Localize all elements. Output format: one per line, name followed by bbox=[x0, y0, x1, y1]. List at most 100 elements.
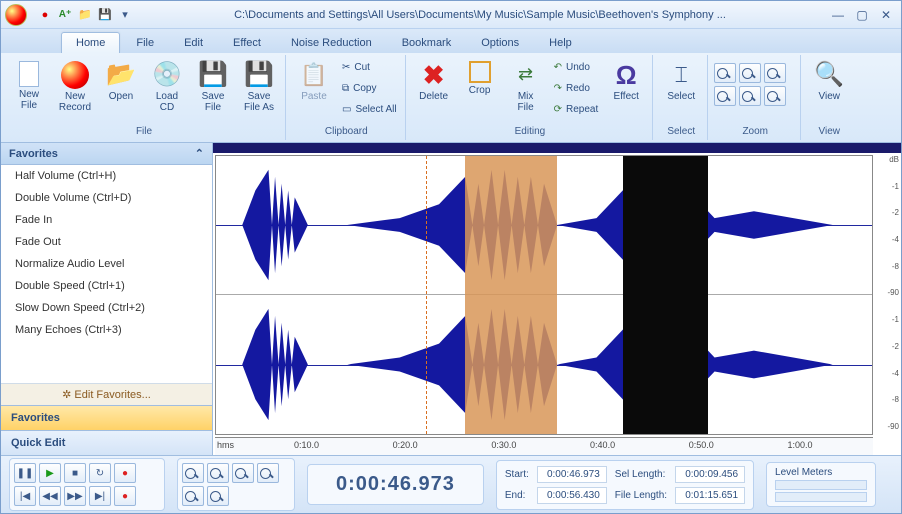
tab-home[interactable]: Home bbox=[61, 32, 120, 53]
favorite-item[interactable]: Many Echoes (Ctrl+3) bbox=[1, 319, 212, 341]
selection-region[interactable] bbox=[465, 156, 557, 434]
marked-region[interactable] bbox=[623, 156, 708, 434]
ribbon-group-clipboard: 📋Paste ✂Cut ⧉Copy ▭Select All Clipboard bbox=[288, 55, 406, 140]
zoom-in-v-icon[interactable] bbox=[714, 86, 736, 106]
ribbon-group-select: ⌶Select Select bbox=[655, 55, 708, 140]
end-value: 0:00:56.430 bbox=[537, 487, 607, 504]
overview-strip[interactable] bbox=[213, 143, 901, 153]
repeat-button[interactable]: ⟳Repeat bbox=[550, 99, 603, 119]
mix-file-button[interactable]: ⇄Mix File bbox=[504, 57, 548, 123]
quick-access-toolbar: ● A⁺ 📁 💾 ▾ bbox=[37, 7, 133, 23]
page-icon bbox=[19, 61, 39, 87]
cut-button[interactable]: ✂Cut bbox=[338, 57, 401, 77]
paste-button[interactable]: 📋Paste bbox=[292, 57, 336, 123]
favorite-item[interactable]: Normalize Audio Level bbox=[1, 253, 212, 275]
tab-effect[interactable]: Effect bbox=[219, 33, 275, 53]
rewind-button[interactable]: ◀◀ bbox=[39, 486, 61, 506]
favorite-item[interactable]: Double Speed (Ctrl+1) bbox=[1, 275, 212, 297]
favorite-item[interactable]: Slow Down Speed (Ctrl+2) bbox=[1, 297, 212, 319]
favorites-list: Half Volume (Ctrl+H) Double Volume (Ctrl… bbox=[1, 165, 212, 383]
db-tick: -8 bbox=[875, 395, 899, 404]
loop-button[interactable]: ↻ bbox=[89, 463, 111, 483]
playback-cursor[interactable] bbox=[426, 156, 427, 434]
save-file-as-button[interactable]: 💾Save File As bbox=[237, 57, 281, 123]
zoom-v-out-button[interactable] bbox=[182, 486, 204, 506]
new-record-button[interactable]: New Record bbox=[53, 57, 97, 123]
window-buttons: — ▢ ✕ bbox=[827, 6, 897, 24]
new-file-button[interactable]: New File bbox=[7, 57, 51, 123]
end-label: End: bbox=[505, 490, 529, 501]
zoom-full-icon[interactable] bbox=[764, 86, 786, 106]
stop-button[interactable]: ■ bbox=[64, 463, 86, 483]
undo-button[interactable]: ↶Undo bbox=[550, 57, 603, 77]
select-button[interactable]: ⌶Select bbox=[659, 57, 703, 123]
level-meter-l bbox=[775, 480, 867, 490]
minimize-button[interactable]: — bbox=[827, 6, 849, 24]
select-all-button[interactable]: ▭Select All bbox=[338, 99, 401, 119]
favorite-item[interactable]: Half Volume (Ctrl+H) bbox=[1, 165, 212, 187]
tab-file[interactable]: File bbox=[122, 33, 168, 53]
crop-button[interactable]: Crop bbox=[458, 57, 502, 123]
play-button[interactable]: ▶ bbox=[39, 463, 61, 483]
zoom-out-v-icon[interactable] bbox=[739, 86, 761, 106]
favorite-item[interactable]: Fade Out bbox=[1, 231, 212, 253]
maximize-button[interactable]: ▢ bbox=[851, 6, 873, 24]
collapse-icon[interactable]: ⌃ bbox=[195, 147, 204, 160]
save-file-as-label: Save File As bbox=[244, 91, 274, 113]
zoom-sel-icon[interactable] bbox=[764, 63, 786, 83]
view-label: View bbox=[818, 91, 840, 102]
omega-icon: Ω bbox=[612, 61, 640, 89]
qat-save-icon[interactable]: 💾 bbox=[97, 7, 113, 23]
app-orb-icon[interactable] bbox=[5, 4, 27, 26]
edit-favorites-label: Edit Favorites... bbox=[74, 389, 150, 401]
save-file-label: Save File bbox=[202, 91, 225, 113]
tab-options[interactable]: Options bbox=[467, 33, 533, 53]
tab-edit[interactable]: Edit bbox=[170, 33, 217, 53]
db-tick: -4 bbox=[875, 235, 899, 244]
zoom-sel-button[interactable] bbox=[232, 463, 254, 483]
waveform-canvas[interactable] bbox=[215, 155, 873, 435]
record-button-2[interactable]: ● bbox=[114, 486, 136, 506]
edit-favorites-button[interactable]: ✲ Edit Favorites... bbox=[1, 383, 212, 405]
waveform-area: dB -1 -2 -4 -8 -90 -1 -2 -4 -8 -90 hms 0… bbox=[213, 143, 901, 455]
delete-button[interactable]: ✖Delete bbox=[412, 57, 456, 123]
copy-button[interactable]: ⧉Copy bbox=[338, 78, 401, 98]
qat-new-record-icon[interactable]: ● bbox=[37, 7, 53, 23]
timeline[interactable]: hms 0:10.0 0:20.0 0:30.0 0:40.0 0:50.0 1… bbox=[215, 437, 873, 455]
record-button[interactable]: ● bbox=[114, 463, 136, 483]
qat-dropdown-icon[interactable]: ▾ bbox=[117, 7, 133, 23]
load-cd-button[interactable]: 💿Load CD bbox=[145, 57, 189, 123]
side-tab-favorites[interactable]: Favorites bbox=[1, 405, 212, 430]
redo-button[interactable]: ↷Redo bbox=[550, 78, 603, 98]
db-tick: -8 bbox=[875, 262, 899, 271]
folder-icon: 📂 bbox=[107, 61, 135, 89]
go-end-button[interactable]: ▶| bbox=[89, 486, 111, 506]
go-start-button[interactable]: |◀ bbox=[14, 486, 36, 506]
db-tick: -2 bbox=[875, 342, 899, 351]
zoom-in-h-icon[interactable] bbox=[714, 63, 736, 83]
save-file-button[interactable]: 💾Save File bbox=[191, 57, 235, 123]
timeline-tick: 0:10.0 bbox=[294, 440, 319, 450]
open-button[interactable]: 📂Open bbox=[99, 57, 143, 123]
view-magnifier-icon: 🔍 bbox=[815, 61, 843, 89]
zoom-v-in-button[interactable] bbox=[257, 463, 279, 483]
favorite-item[interactable]: Fade In bbox=[1, 209, 212, 231]
zoom-out-button[interactable] bbox=[207, 463, 229, 483]
select-all-icon: ▭ bbox=[342, 104, 351, 115]
view-button[interactable]: 🔍 View bbox=[807, 57, 851, 123]
effect-button[interactable]: ΩEffect bbox=[604, 57, 648, 123]
cd-icon: 💿 bbox=[153, 61, 181, 89]
qat-add-icon[interactable]: A⁺ bbox=[57, 7, 73, 23]
tab-bookmark[interactable]: Bookmark bbox=[388, 33, 466, 53]
zoom-out-h-icon[interactable] bbox=[739, 63, 761, 83]
pause-button[interactable]: ❚❚ bbox=[14, 463, 36, 483]
close-button[interactable]: ✕ bbox=[875, 6, 897, 24]
qat-open-icon[interactable]: 📁 bbox=[77, 7, 93, 23]
forward-button[interactable]: ▶▶ bbox=[64, 486, 86, 506]
zoom-in-button[interactable] bbox=[182, 463, 204, 483]
favorite-item[interactable]: Double Volume (Ctrl+D) bbox=[1, 187, 212, 209]
tab-noise-reduction[interactable]: Noise Reduction bbox=[277, 33, 386, 53]
side-tab-quick-edit[interactable]: Quick Edit bbox=[1, 430, 212, 455]
tab-help[interactable]: Help bbox=[535, 33, 586, 53]
zoom-fit-button[interactable] bbox=[207, 486, 229, 506]
